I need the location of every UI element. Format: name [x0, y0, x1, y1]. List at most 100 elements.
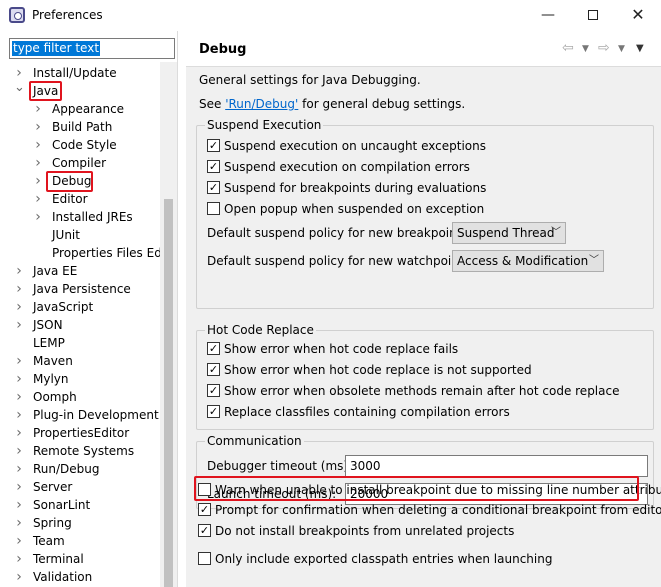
back-icon[interactable]: ⇦ — [562, 40, 574, 56]
chevron-right-icon[interactable]: › — [14, 262, 24, 280]
checkbox-label: Suspend execution on compilation errors — [224, 160, 470, 174]
run-debug-link[interactable]: 'Run/Debug' — [225, 97, 298, 111]
sidebar-item-label: Appearance — [52, 102, 125, 116]
sidebar-item-label: Editor — [52, 192, 88, 206]
chevron-right-icon[interactable]: › — [33, 154, 43, 172]
checkbox-label: Open popup when suspended on exception — [224, 202, 485, 216]
suspend-execution-label: Suspend Execution — [205, 118, 324, 132]
chevron-right-icon[interactable]: › — [33, 136, 43, 154]
checkbox-label: Only include exported classpath entries … — [215, 552, 553, 566]
preferences-app-icon — [9, 7, 25, 23]
warn-option-highlight — [194, 476, 639, 501]
hot-code-replace-label: Hot Code Replace — [205, 323, 316, 337]
preferences-navigation: type filter text › Install/Update ⌄ Java › Ap… — [0, 31, 178, 587]
preferences-tree: › Install/Update ⌄ Java › Appearance › Build Pa… — [0, 62, 160, 587]
chevron-right-icon[interactable]: › — [33, 100, 43, 118]
back-dropdown-icon[interactable]: ▼ — [582, 44, 589, 54]
chevron-right-icon[interactable]: › — [14, 316, 24, 334]
java-highlight — [29, 81, 62, 101]
chevron-down-icon[interactable]: ⌄ — [14, 81, 25, 100]
title-bar: Preferences — ✕ — [0, 0, 661, 31]
communication-label: Communication — [205, 434, 304, 448]
see-suffix: for general debug settings. — [298, 97, 466, 111]
forward-icon[interactable]: ⇨ — [598, 40, 610, 56]
sidebar-item-label: SonarLint — [33, 498, 91, 512]
chevron-right-icon[interactable]: › — [14, 352, 24, 370]
sidebar-item-label: Properties Files Editor — [52, 246, 160, 260]
chevron-right-icon[interactable]: › — [14, 550, 24, 568]
chevron-right-icon[interactable]: › — [33, 172, 43, 190]
tree-scrollbar[interactable] — [160, 62, 177, 587]
chevron-right-icon[interactable]: › — [33, 208, 43, 226]
checkbox-checked[interactable]: ✓ — [198, 503, 211, 516]
forward-dropdown-icon[interactable]: ▼ — [618, 44, 625, 54]
checkbox-checked[interactable]: ✓ — [207, 363, 220, 376]
checkbox-checked[interactable]: ✓ — [198, 524, 211, 537]
wp-policy-label: Default suspend policy for new watchpoin… — [207, 254, 474, 268]
checkbox-label: Replace classfiles containing compilatio… — [224, 405, 510, 419]
sidebar-item-label: Build Path — [52, 120, 113, 134]
sidebar-item-label: Mylyn — [33, 372, 69, 386]
checkbox-label: Show error when hot code replace is not … — [224, 363, 532, 377]
debugger-timeout-label: Debugger timeout (ms): — [207, 459, 353, 473]
chevron-right-icon[interactable]: › — [14, 280, 24, 298]
checkbox-checked[interactable]: ✓ — [207, 405, 220, 418]
chevron-right-icon[interactable]: › — [14, 478, 24, 496]
debugger-timeout-input[interactable]: 3000 — [345, 455, 648, 477]
close-button[interactable]: ✕ — [623, 4, 653, 26]
sidebar-item-label: Code Style — [52, 138, 117, 152]
maximize-icon — [588, 10, 598, 20]
maximize-button[interactable] — [578, 4, 608, 26]
scrollbar-thumb[interactable] — [164, 199, 173, 587]
minimize-button[interactable]: — — [533, 4, 563, 26]
sidebar-item-label: Java Persistence — [33, 282, 131, 296]
checkbox-unchecked[interactable] — [207, 202, 220, 215]
chevron-right-icon[interactable]: › — [14, 298, 24, 316]
checkbox-checked[interactable]: ✓ — [207, 181, 220, 194]
chevron-right-icon[interactable]: › — [14, 424, 24, 442]
page-content: General settings for Java Debugging. See… — [186, 68, 661, 587]
chevron-right-icon[interactable]: › — [14, 406, 24, 424]
sidebar-item-label: JUnit — [52, 228, 80, 242]
suspend-execution-group: Suspend Execution ✓ Suspend execution on … — [196, 118, 654, 309]
bp-policy-label: Default suspend policy for new breakpoin… — [207, 226, 472, 240]
checkbox-unchecked[interactable] — [198, 552, 211, 565]
chevron-down-icon: ﹀ — [589, 255, 599, 266]
intro-text: General settings for Java Debugging. — [199, 73, 421, 87]
checkbox-label: Suspend execution on uncaught exceptions — [224, 139, 486, 153]
sidebar-item-label: Server — [33, 480, 73, 494]
checkbox-label: Prompt for confirmation when deleting a … — [215, 503, 661, 517]
chevron-right-icon[interactable]: › — [14, 442, 24, 460]
sidebar-item-label: Team — [33, 534, 65, 548]
sidebar-item-label: Java EE — [33, 264, 78, 278]
chevron-right-icon[interactable]: › — [14, 496, 24, 514]
sidebar-item-label: Spring — [33, 516, 72, 530]
sidebar-item-label: JSON — [33, 318, 63, 332]
see-run-debug-text: See 'Run/Debug' for general debug settin… — [199, 97, 465, 111]
bp-policy-select[interactable]: Suspend Thread ﹀ — [452, 222, 566, 244]
chevron-right-icon[interactable]: › — [14, 532, 24, 550]
wp-policy-value: Access & Modification — [457, 254, 589, 268]
checkbox-label: Show error when obsolete methods remain … — [224, 384, 620, 398]
sidebar-item-label: Compiler — [52, 156, 107, 170]
window-title: Preferences — [32, 8, 103, 22]
chevron-right-icon[interactable]: › — [14, 370, 24, 388]
checkbox-checked[interactable]: ✓ — [207, 384, 220, 397]
sidebar-item-label: LEMP — [33, 336, 65, 350]
sidebar-item-label: Plug-in Development — [33, 408, 159, 422]
chevron-right-icon[interactable]: › — [14, 568, 24, 586]
chevron-right-icon[interactable]: › — [14, 388, 24, 406]
chevron-right-icon[interactable]: › — [14, 460, 24, 478]
chevron-right-icon[interactable]: › — [14, 514, 24, 532]
chevron-right-icon[interactable]: › — [33, 190, 43, 208]
checkbox-label: Suspend for breakpoints during evaluatio… — [224, 181, 487, 195]
sidebar-item-label: Run/Debug — [33, 462, 100, 476]
checkbox-checked[interactable]: ✓ — [207, 139, 220, 152]
checkbox-checked[interactable]: ✓ — [207, 160, 220, 173]
view-menu-icon[interactable]: ▼ — [636, 43, 644, 54]
wp-policy-select[interactable]: Access & Modification ﹀ — [452, 250, 604, 272]
bp-policy-value: Suspend Thread — [457, 226, 555, 240]
chevron-right-icon[interactable]: › — [33, 118, 43, 136]
checkbox-checked[interactable]: ✓ — [207, 342, 220, 355]
filter-input[interactable]: type filter text — [9, 38, 175, 59]
